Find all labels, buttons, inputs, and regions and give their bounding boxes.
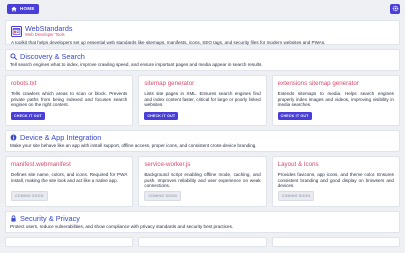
check-it-out-button[interactable]: CHECK IT OUT	[144, 112, 179, 120]
tool-description: Provides favicons, app icons, and theme …	[277, 172, 394, 189]
tool-card-extensions-sitemap: extensions sitemap generator Extends sit…	[271, 75, 400, 126]
lock-icon	[11, 215, 16, 222]
tool-name: Layout & Icons	[277, 161, 319, 168]
section-title-text: Security & Privacy	[20, 214, 80, 223]
section-description: Make your site behave like an app with i…	[10, 143, 257, 148]
brand: WebStandards Web Developer Tools	[11, 25, 394, 37]
check-it-out-button[interactable]: CHECK IT OUT	[11, 112, 45, 120]
tool-name: sitemap generator	[144, 80, 195, 87]
brand-title: WebStandards	[25, 24, 73, 33]
tool-description: Extends sitemaps to media. Helps search …	[277, 91, 394, 108]
section-title: Device & App Integration	[10, 133, 395, 142]
tool-description: Tells crawlers which areas to scan or bl…	[11, 91, 128, 108]
home-button[interactable]: HOME	[7, 3, 39, 14]
check-it-out-button[interactable]: CHECK IT OUT	[277, 112, 312, 120]
tool-description: Background script enabling offline mode,…	[144, 172, 261, 189]
browser-window-icon	[12, 27, 21, 35]
section-description: Tell search engines what to index, impro…	[10, 62, 263, 67]
section-title: Discovery & Search	[10, 52, 395, 61]
section-description: Protect users, reduce vulnerabilities, a…	[10, 224, 234, 229]
section-security-privacy: Security & Privacy Protect users, reduce…	[5, 211, 400, 233]
tool-name: manifest.webmanifest	[11, 161, 71, 168]
section-discovery-search: Discovery & Search Tell search engines w…	[5, 49, 400, 71]
tool-card-manifest: manifest.webmanifest Defines site name, …	[5, 156, 134, 207]
tool-name: extensions sitemap generator	[277, 80, 359, 87]
tool-card	[138, 237, 267, 247]
tool-card-sitemap: sitemap generator Lists site pages in XM…	[138, 75, 267, 126]
tool-description: Defines site name, colors, and icons. Re…	[11, 172, 128, 183]
home-icon	[11, 6, 17, 11]
coming-soon-button: COMING SOON	[144, 191, 181, 201]
tool-card	[5, 237, 134, 247]
section-title-text: Device & App Integration	[20, 133, 102, 142]
brand-logo	[11, 25, 22, 37]
home-label: HOME	[20, 6, 35, 11]
section-title: Security & Privacy	[10, 214, 395, 223]
tool-description: Lists site pages in XML. Ensures search …	[144, 91, 261, 108]
tool-grid-discovery: robots.txt Tells crawlers which areas to…	[5, 75, 400, 126]
tool-card-layout-icons: Layout & Icons Provides favicons, app ic…	[271, 156, 400, 207]
coming-soon-button: COMING SOON	[277, 191, 315, 201]
settings-button[interactable]	[390, 3, 400, 14]
gear-icon	[392, 5, 398, 12]
tool-name: robots.txt	[11, 80, 37, 87]
tool-grid-device: manifest.webmanifest Defines site name, …	[5, 156, 400, 207]
brand-header: WebStandards Web Developer Tools A toolk…	[5, 20, 400, 45]
section-device-app: Device & App Integration Make your site …	[5, 130, 400, 152]
info-circle-icon	[10, 134, 17, 141]
coming-soon-button: COMING SOON	[11, 191, 48, 201]
search-icon	[10, 53, 17, 60]
tool-name: service-worker.js	[144, 161, 191, 168]
brand-description: A toolkit that helps developers set up e…	[11, 40, 326, 45]
section-title-text: Discovery & Search	[20, 52, 85, 61]
tool-grid-security	[5, 237, 400, 247]
tool-card	[271, 237, 400, 247]
tool-card-service-worker: service-worker.js Background script enab…	[138, 156, 267, 207]
tool-card-robots: robots.txt Tells crawlers which areas to…	[5, 75, 134, 126]
top-bar: HOME	[0, 0, 405, 17]
